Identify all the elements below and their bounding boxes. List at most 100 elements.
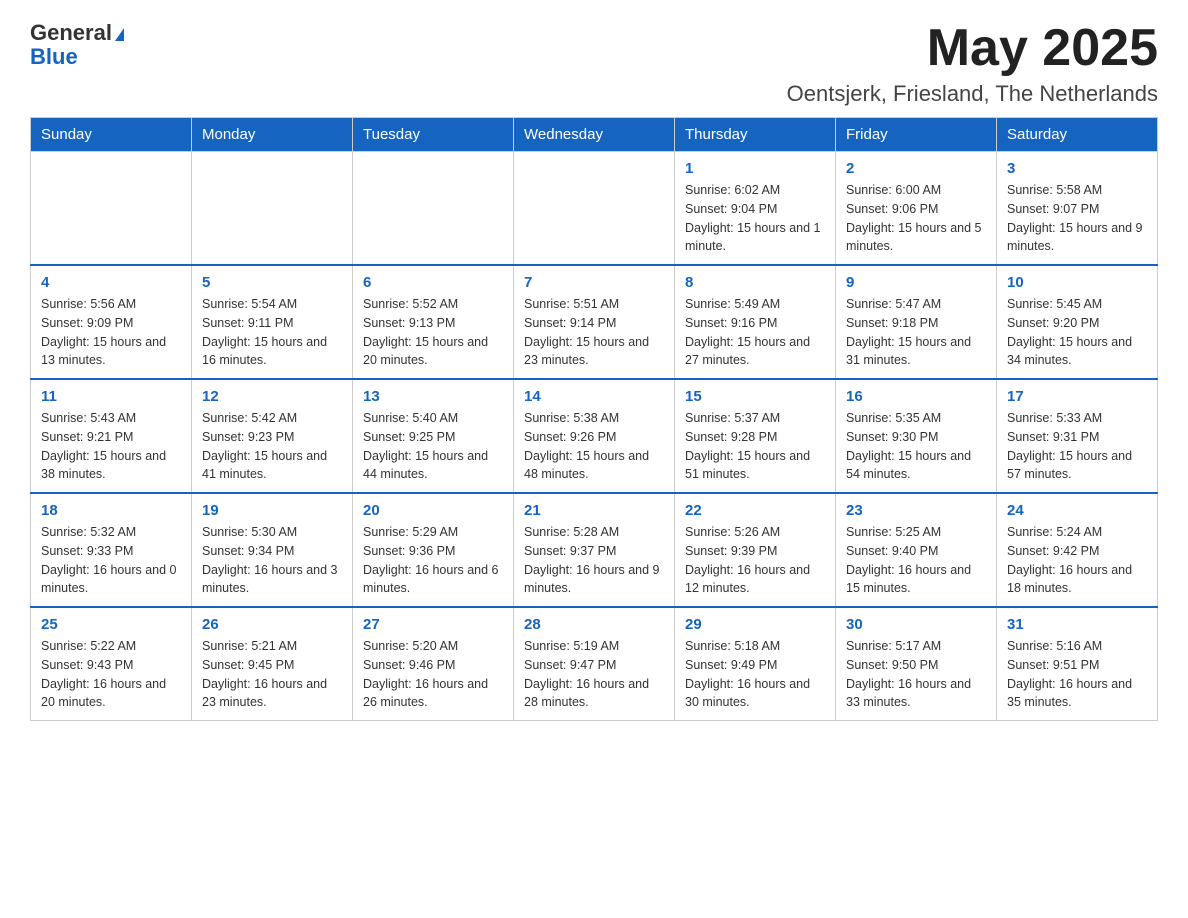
- day-info: Sunrise: 5:52 AMSunset: 9:13 PMDaylight:…: [363, 295, 503, 370]
- day-number: 25: [41, 616, 181, 633]
- calendar-table: SundayMondayTuesdayWednesdayThursdayFrid…: [30, 117, 1158, 721]
- day-number: 1: [685, 160, 825, 177]
- day-info: Sunrise: 5:51 AMSunset: 9:14 PMDaylight:…: [524, 295, 664, 370]
- calendar-cell: 4Sunrise: 5:56 AMSunset: 9:09 PMDaylight…: [31, 265, 192, 379]
- day-info: Sunrise: 5:56 AMSunset: 9:09 PMDaylight:…: [41, 295, 181, 370]
- day-number: 5: [202, 274, 342, 291]
- calendar-cell: 22 Sunrise: 5:26 AMSunset: 9:39 PMDayligh…: [675, 493, 836, 607]
- day-info: Sunrise: 5:30 AMSunset: 9:34 PMDaylight:…: [202, 523, 342, 598]
- day-number: 6: [363, 274, 503, 291]
- day-info: Sunrise: 5:54 AMSunset: 9:11 PMDaylight:…: [202, 295, 342, 370]
- day-number: 3: [1007, 160, 1147, 177]
- calendar-cell: 30 Sunrise: 5:17 AMSunset: 9:50 PMDayligh…: [836, 607, 997, 721]
- day-info: Sunrise: 5:38 AMSunset: 9:26 PMDaylight:…: [524, 409, 664, 484]
- day-number: 30: [846, 616, 986, 633]
- day-number: 14: [524, 388, 664, 405]
- day-number: 2: [846, 160, 986, 177]
- day-number: 31: [1007, 616, 1147, 633]
- day-number: 15: [685, 388, 825, 405]
- day-info: Sunrise: 5:20 AMSunset: 9:46 PMDaylight:…: [363, 637, 503, 712]
- calendar-cell: 9Sunrise: 5:47 AMSunset: 9:18 PMDaylight…: [836, 265, 997, 379]
- day-number: 29: [685, 616, 825, 633]
- day-info: Sunrise: 6:00 AMSunset: 9:06 PMDaylight:…: [846, 181, 986, 256]
- day-number: 19: [202, 502, 342, 519]
- day-number: 9: [846, 274, 986, 291]
- calendar-cell: 7 Sunrise: 5:51 AMSunset: 9:14 PMDaylight…: [514, 265, 675, 379]
- weekday-header-wednesday: Wednesday: [514, 118, 675, 152]
- logo-blue-text: Blue: [30, 46, 78, 68]
- day-info: Sunrise: 5:28 AMSunset: 9:37 PMDaylight:…: [524, 523, 664, 598]
- calendar-cell: 29 Sunrise: 5:18 AMSunset: 9:49 PMDayligh…: [675, 607, 836, 721]
- weekday-header-sunday: Sunday: [31, 118, 192, 152]
- calendar-cell: 11 Sunrise: 5:43 AMSunset: 9:21 PMDayligh…: [31, 379, 192, 493]
- day-number: 10: [1007, 274, 1147, 291]
- day-number: 17: [1007, 388, 1147, 405]
- logo: General Blue: [30, 20, 124, 68]
- day-info: Sunrise: 5:37 AMSunset: 9:28 PMDaylight:…: [685, 409, 825, 484]
- calendar-cell: 27 Sunrise: 5:20 AMSunset: 9:46 PMDayligh…: [353, 607, 514, 721]
- day-number: 8: [685, 274, 825, 291]
- calendar-cell: 28Sunrise: 5:19 AMSunset: 9:47 PMDayligh…: [514, 607, 675, 721]
- page-header: General Blue May 2025 Oentsjerk, Friesla…: [30, 20, 1158, 107]
- day-info: Sunrise: 5:35 AMSunset: 9:30 PMDaylight:…: [846, 409, 986, 484]
- day-info: Sunrise: 5:32 AMSunset: 9:33 PMDaylight:…: [41, 523, 181, 598]
- calendar-cell: 2 Sunrise: 6:00 AMSunset: 9:06 PMDaylight…: [836, 152, 997, 266]
- month-title: May 2025: [787, 20, 1158, 77]
- calendar-cell: 19 Sunrise: 5:30 AMSunset: 9:34 PMDayligh…: [192, 493, 353, 607]
- calendar-cell: 12Sunrise: 5:42 AMSunset: 9:23 PMDayligh…: [192, 379, 353, 493]
- day-info: Sunrise: 5:24 AMSunset: 9:42 PMDaylight:…: [1007, 523, 1147, 598]
- day-info: Sunrise: 6:02 AMSunset: 9:04 PMDaylight:…: [685, 181, 825, 256]
- calendar-cell: 18 Sunrise: 5:32 AMSunset: 9:33 PMDayligh…: [31, 493, 192, 607]
- day-info: Sunrise: 5:18 AMSunset: 9:49 PMDaylight:…: [685, 637, 825, 712]
- day-number: 20: [363, 502, 503, 519]
- calendar-week-row: 25 Sunrise: 5:22 AMSunset: 9:43 PMDayligh…: [31, 607, 1158, 721]
- day-info: Sunrise: 5:49 AMSunset: 9:16 PMDaylight:…: [685, 295, 825, 370]
- calendar-cell: 16 Sunrise: 5:35 AMSunset: 9:30 PMDayligh…: [836, 379, 997, 493]
- day-info: Sunrise: 5:19 AMSunset: 9:47 PMDaylight:…: [524, 637, 664, 712]
- calendar-cell: 21Sunrise: 5:28 AMSunset: 9:37 PMDayligh…: [514, 493, 675, 607]
- calendar-cell: 8 Sunrise: 5:49 AMSunset: 9:16 PMDaylight…: [675, 265, 836, 379]
- day-info: Sunrise: 5:43 AMSunset: 9:21 PMDaylight:…: [41, 409, 181, 484]
- day-number: 18: [41, 502, 181, 519]
- calendar-cell: 20Sunrise: 5:29 AMSunset: 9:36 PMDayligh…: [353, 493, 514, 607]
- calendar-cell: 23 Sunrise: 5:25 AMSunset: 9:40 PMDayligh…: [836, 493, 997, 607]
- title-section: May 2025 Oentsjerk, Friesland, The Nethe…: [787, 20, 1158, 107]
- calendar-week-row: 18 Sunrise: 5:32 AMSunset: 9:33 PMDayligh…: [31, 493, 1158, 607]
- day-info: Sunrise: 5:40 AMSunset: 9:25 PMDaylight:…: [363, 409, 503, 484]
- calendar-cell: 10 Sunrise: 5:45 AMSunset: 9:20 PMDayligh…: [997, 265, 1158, 379]
- day-info: Sunrise: 5:21 AMSunset: 9:45 PMDaylight:…: [202, 637, 342, 712]
- weekday-header-thursday: Thursday: [675, 118, 836, 152]
- calendar-week-row: 1 Sunrise: 6:02 AMSunset: 9:04 PMDaylight…: [31, 152, 1158, 266]
- weekday-header-monday: Monday: [192, 118, 353, 152]
- day-info: Sunrise: 5:17 AMSunset: 9:50 PMDaylight:…: [846, 637, 986, 712]
- calendar-cell: [31, 152, 192, 266]
- calendar-week-row: 11 Sunrise: 5:43 AMSunset: 9:21 PMDayligh…: [31, 379, 1158, 493]
- weekday-header-tuesday: Tuesday: [353, 118, 514, 152]
- weekday-header-friday: Friday: [836, 118, 997, 152]
- calendar-header-row: SundayMondayTuesdayWednesdayThursdayFrid…: [31, 118, 1158, 152]
- day-number: 11: [41, 388, 181, 405]
- calendar-cell: 24 Sunrise: 5:24 AMSunset: 9:42 PMDayligh…: [997, 493, 1158, 607]
- calendar-cell: 5 Sunrise: 5:54 AMSunset: 9:11 PMDaylight…: [192, 265, 353, 379]
- calendar-cell: [192, 152, 353, 266]
- day-number: 27: [363, 616, 503, 633]
- calendar-cell: 13Sunrise: 5:40 AMSunset: 9:25 PMDayligh…: [353, 379, 514, 493]
- day-info: Sunrise: 5:33 AMSunset: 9:31 PMDaylight:…: [1007, 409, 1147, 484]
- day-info: Sunrise: 5:45 AMSunset: 9:20 PMDaylight:…: [1007, 295, 1147, 370]
- day-number: 26: [202, 616, 342, 633]
- day-number: 22: [685, 502, 825, 519]
- weekday-header-saturday: Saturday: [997, 118, 1158, 152]
- day-info: Sunrise: 5:22 AMSunset: 9:43 PMDaylight:…: [41, 637, 181, 712]
- calendar-cell: 3 Sunrise: 5:58 AMSunset: 9:07 PMDaylight…: [997, 152, 1158, 266]
- calendar-cell: 25 Sunrise: 5:22 AMSunset: 9:43 PMDayligh…: [31, 607, 192, 721]
- day-number: 7: [524, 274, 664, 291]
- day-number: 16: [846, 388, 986, 405]
- day-info: Sunrise: 5:58 AMSunset: 9:07 PMDaylight:…: [1007, 181, 1147, 256]
- day-info: Sunrise: 5:25 AMSunset: 9:40 PMDaylight:…: [846, 523, 986, 598]
- calendar-week-row: 4Sunrise: 5:56 AMSunset: 9:09 PMDaylight…: [31, 265, 1158, 379]
- day-info: Sunrise: 5:42 AMSunset: 9:23 PMDaylight:…: [202, 409, 342, 484]
- day-info: Sunrise: 5:16 AMSunset: 9:51 PMDaylight:…: [1007, 637, 1147, 712]
- day-info: Sunrise: 5:26 AMSunset: 9:39 PMDaylight:…: [685, 523, 825, 598]
- day-number: 24: [1007, 502, 1147, 519]
- day-number: 23: [846, 502, 986, 519]
